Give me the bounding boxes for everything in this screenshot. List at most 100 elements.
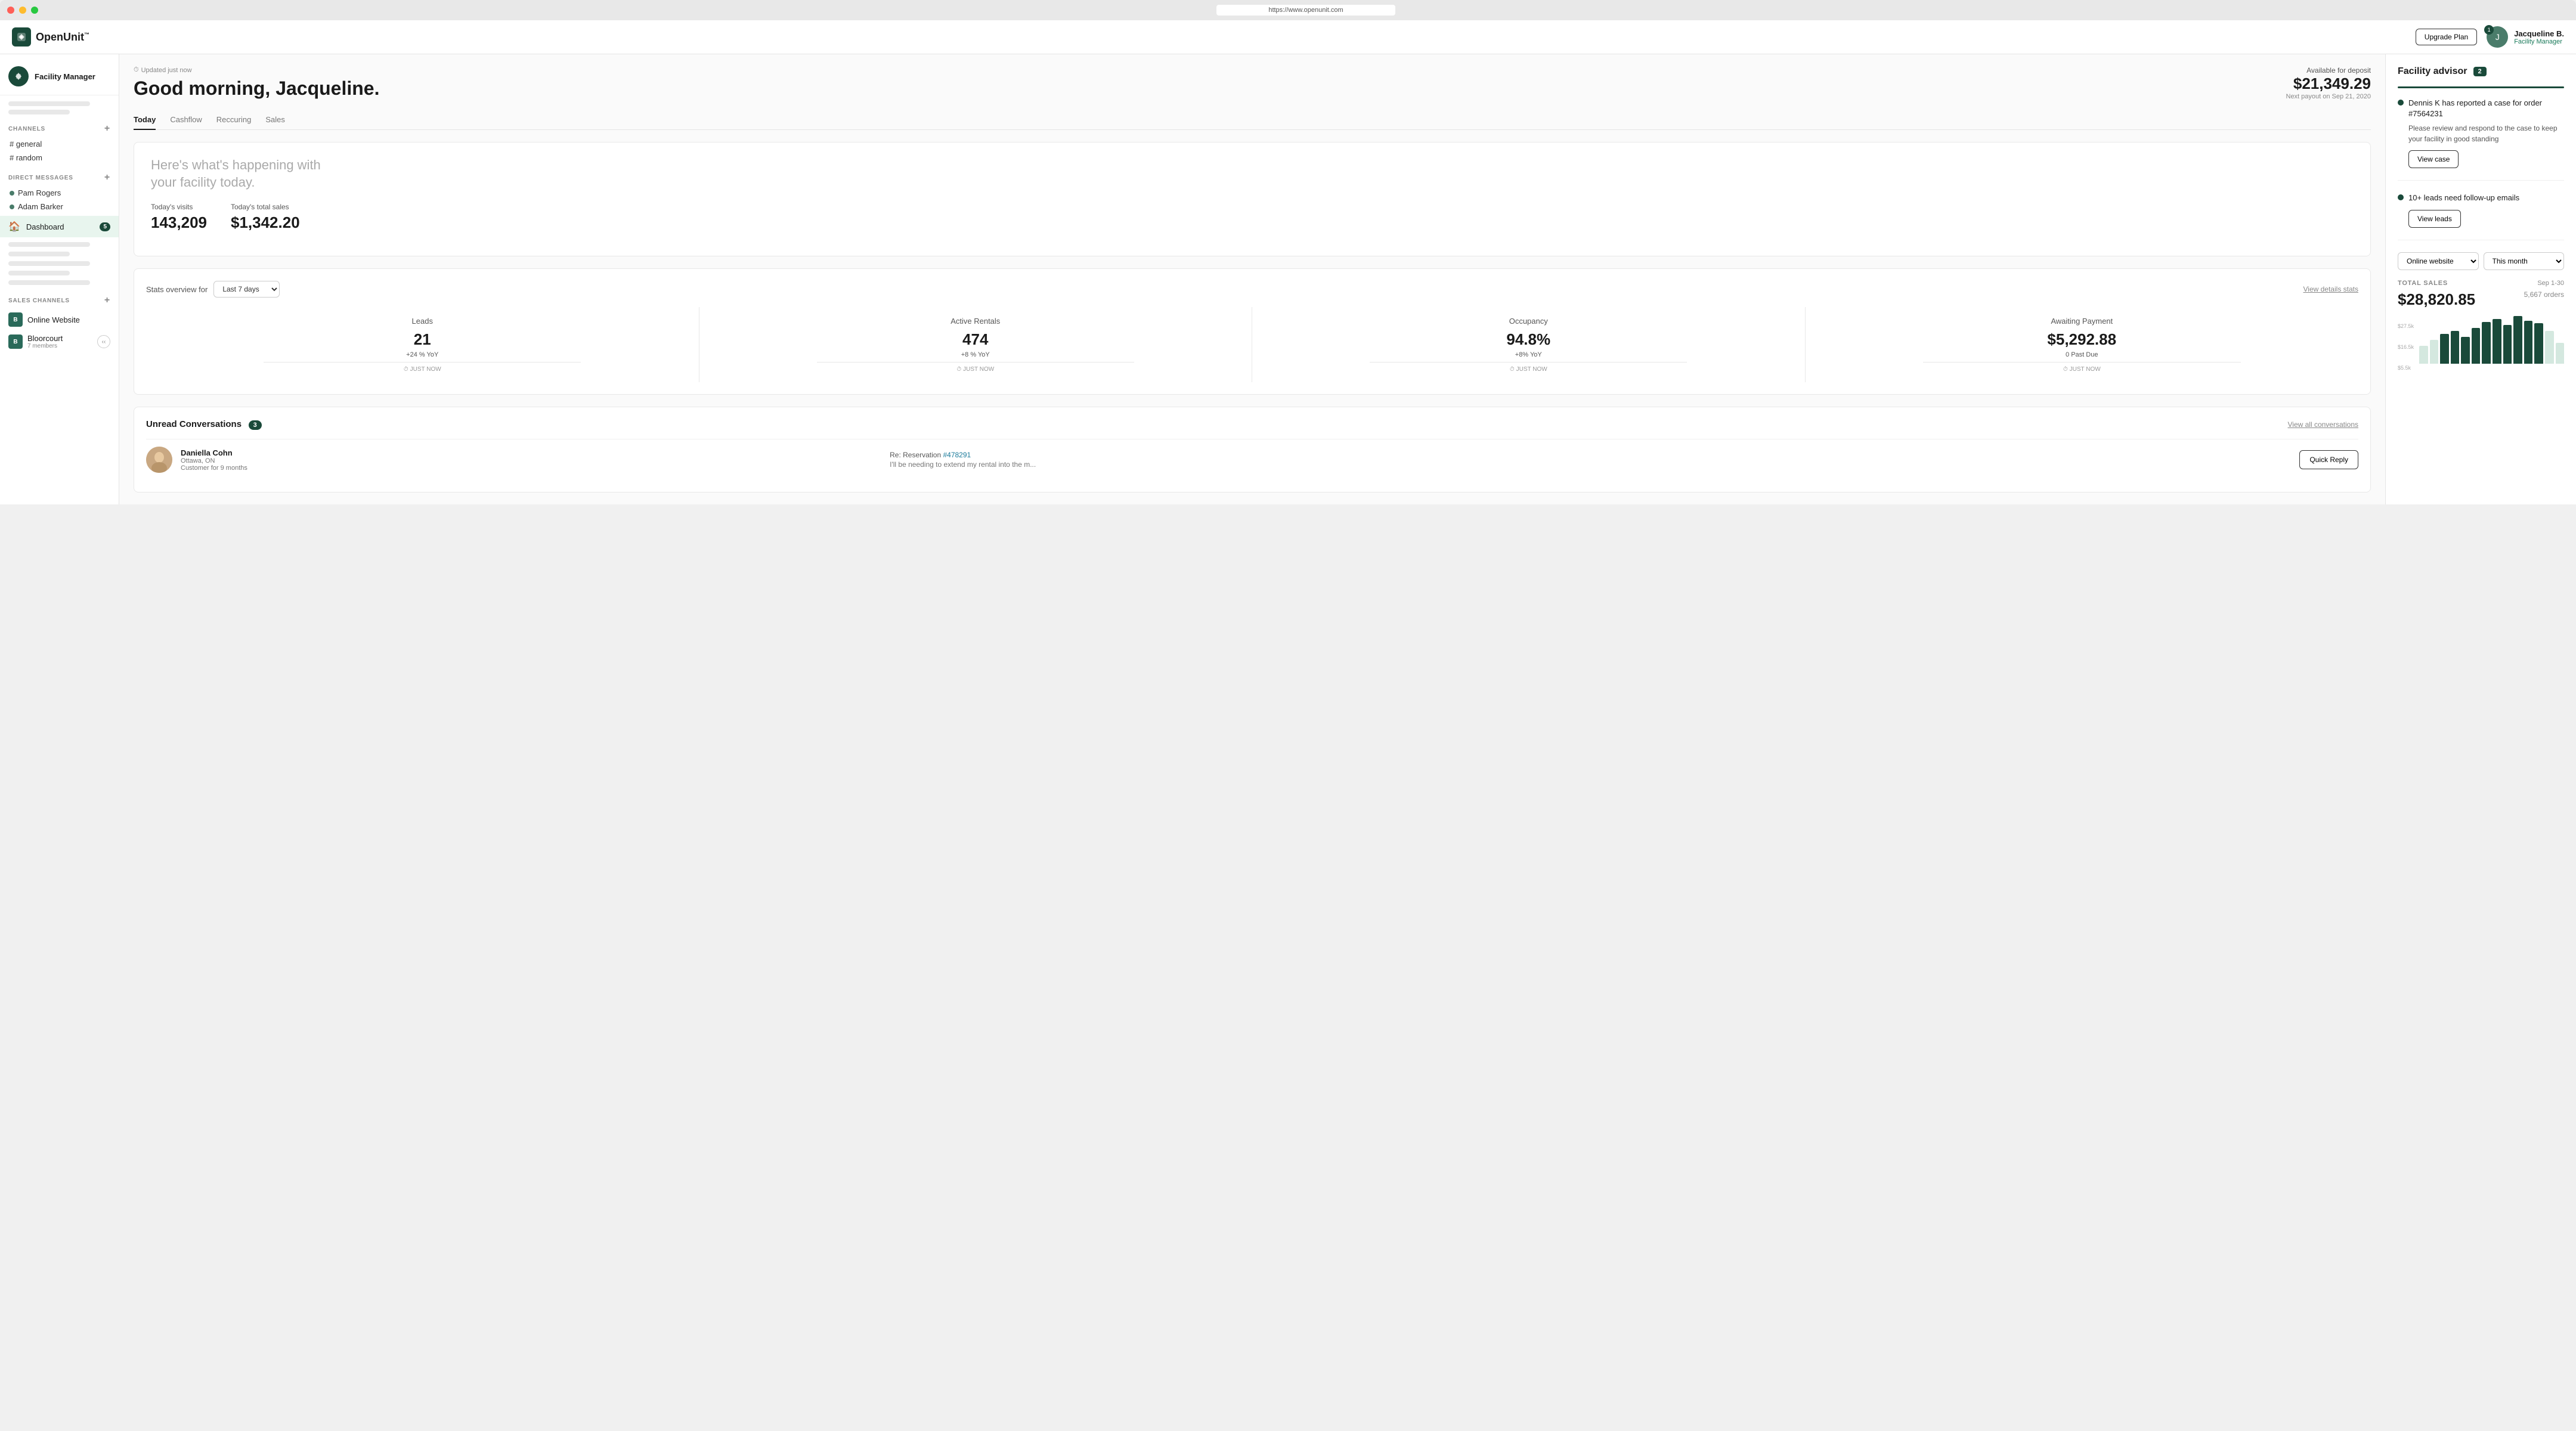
brand-icon	[12, 27, 31, 47]
view-leads-button[interactable]: View leads	[2408, 210, 2461, 228]
browser-titlebar: https://www.openunit.com	[7, 5, 2569, 20]
channels-label: CHANNELS	[8, 126, 45, 132]
total-sales-date: Sep 1-30	[2537, 280, 2564, 287]
conversation-sender-name: Daniella Cohn	[181, 448, 881, 457]
chart-y-label-mid: $16.5k	[2398, 344, 2414, 350]
stats-header-left: Stats overview for Last 7 days Last 30 d…	[146, 281, 280, 298]
sales-channels-label: SALES CHANNELS	[8, 298, 70, 304]
channel-filter-select[interactable]: Online website Bloorcourt	[2398, 252, 2479, 270]
conversation-message: Re: Reservation #478291 I'll be needing …	[890, 451, 2291, 469]
bar-9	[2513, 316, 2522, 364]
traffic-light-red[interactable]	[7, 7, 14, 14]
conversation-item: Daniella Cohn Ottawa, ON Customer for 9 …	[146, 439, 2358, 480]
bar-12	[2545, 331, 2554, 364]
sidebar-item-bloorcourt[interactable]: B Bloorcourt 7 members ‹‹	[8, 330, 110, 353]
stats-grid: Leads 21 +24 % YoY ⏱ JUST NOW Active Ren…	[146, 307, 2358, 382]
stats-period-select[interactable]: Last 7 days Last 30 days Last 90 days	[213, 281, 280, 298]
total-sales-label: TOTAL SALES	[2398, 280, 2448, 287]
add-sales-channel-button[interactable]: +	[104, 296, 110, 305]
stat-visits-value: 143,209	[151, 213, 207, 232]
sidebar-item-pam-rogers[interactable]: Pam Rogers	[8, 186, 110, 200]
leads-divider	[264, 362, 581, 363]
traffic-light-yellow[interactable]	[19, 7, 26, 14]
skeleton-bar	[8, 101, 90, 106]
user-avatar-wrap: J 1	[2487, 26, 2508, 48]
skeleton-bar	[8, 271, 70, 275]
content-header: ⏱ Updated just now Good morning, Jacquel…	[134, 66, 2371, 108]
bloorcourt-info: Bloorcourt 7 members	[27, 334, 92, 349]
stat-sales-value: $1,342.20	[231, 213, 300, 232]
active-rentals-change: +8 % YoY	[711, 351, 1240, 358]
nav-right: Upgrade Plan J 1 Jacqueline B. Facility …	[2416, 26, 2564, 48]
sidebar-skeleton-2	[0, 242, 119, 285]
dm-label: DIRECT MESSAGES	[8, 175, 73, 181]
sidebar-section-header-channels: CHANNELS +	[8, 124, 110, 134]
bar-5	[2472, 328, 2481, 364]
clock-icon: ⏱	[956, 366, 961, 373]
period-filter-select[interactable]: This month Last month Last 3 months	[2484, 252, 2565, 270]
active-rentals-divider	[817, 362, 1134, 363]
advisor-header: Facility advisor 2	[2398, 66, 2564, 77]
upgrade-plan-button[interactable]: Upgrade Plan	[2416, 29, 2477, 45]
dm-status-dot	[10, 191, 14, 196]
conversation-customer-since: Customer for 9 months	[181, 464, 881, 472]
sidebar-item-online-website[interactable]: B Online Website	[8, 309, 110, 330]
conversation-preview: I'll be needing to extend my rental into…	[890, 460, 2291, 469]
stats-overview-card: Stats overview for Last 7 days Last 30 d…	[134, 268, 2371, 395]
skeleton-bar	[8, 261, 90, 266]
sidebar-item-dashboard[interactable]: 🏠 Dashboard 5	[0, 216, 119, 237]
tab-today[interactable]: Today	[134, 110, 156, 130]
sidebar-item-general[interactable]: # general	[8, 137, 110, 151]
reservation-link[interactable]: #478291	[943, 451, 971, 459]
url-bar[interactable]: https://www.openunit.com	[1216, 5, 1395, 16]
occupancy-label: Occupancy	[1264, 317, 1793, 326]
today-stats: Today's visits 143,209 Today's total sal…	[151, 203, 2354, 232]
conversations-header: Unread Conversations 3 View all conversa…	[146, 419, 2358, 429]
updated-label: ⏱ Updated just now	[134, 66, 379, 74]
traffic-light-green[interactable]	[31, 7, 38, 14]
sales-filter-row: Online website Bloorcourt This month Las…	[2398, 252, 2564, 270]
occupancy-change: +8% YoY	[1264, 351, 1793, 358]
user-details: Jacqueline B. Facility Manager	[2514, 29, 2564, 45]
advisor-dot	[2398, 100, 2404, 106]
conversations-card: Unread Conversations 3 View all conversa…	[134, 407, 2371, 493]
stat-cell-awaiting-payment: Awaiting Payment $5,292.88 0 Past Due ⏱ …	[1806, 307, 2359, 382]
tab-cashflow[interactable]: Cashflow	[170, 110, 202, 130]
dashboard-badge: 5	[100, 222, 110, 231]
view-details-link[interactable]: View details stats	[2303, 285, 2359, 293]
intro-text: Here's what's happening withyour facilit…	[151, 157, 2354, 191]
chart-y-label-bot: $5.5k	[2398, 365, 2414, 371]
add-channel-button[interactable]: +	[104, 124, 110, 134]
quick-reply-button[interactable]: Quick Reply	[2299, 450, 2358, 469]
stat-visits: Today's visits 143,209	[151, 203, 207, 232]
browser-frame: https://www.openunit.com	[0, 0, 2576, 20]
tab-sales[interactable]: Sales	[265, 110, 285, 130]
online-website-name: Online Website	[27, 315, 95, 324]
sidebar-collapse-button[interactable]: ‹‹	[97, 335, 110, 348]
conversation-location: Ottawa, ON	[181, 457, 881, 464]
main-layout: Facility Manager CHANNELS + # general # …	[0, 54, 2576, 504]
conversations-badge: 3	[249, 420, 262, 430]
today-intro-card: Here's what's happening withyour facilit…	[134, 142, 2371, 256]
bloorcourt-members: 7 members	[27, 343, 92, 349]
stat-sales-label: Today's total sales	[231, 203, 300, 211]
advisor-item-row: Dennis K has reported a case for order #…	[2398, 98, 2564, 119]
sidebar-dm-section: DIRECT MESSAGES + Pam Rogers Adam Barker	[0, 167, 119, 216]
view-case-button[interactable]: View case	[2408, 150, 2459, 168]
clock-icon: ⏱	[134, 66, 139, 74]
view-all-conversations-link[interactable]: View all conversations	[2287, 420, 2358, 429]
chart-y-axis: $27.5k $16.5k $5.5k	[2398, 323, 2414, 371]
bloorcourt-name: Bloorcourt	[27, 334, 92, 343]
bar-10	[2524, 321, 2533, 364]
sidebar-item-adam-barker[interactable]: Adam Barker	[8, 200, 110, 213]
home-icon: 🏠	[8, 221, 20, 233]
add-dm-button[interactable]: +	[104, 173, 110, 182]
greeting-section: ⏱ Updated just now Good morning, Jacquel…	[134, 66, 379, 108]
dm-name: Pam Rogers	[18, 188, 61, 197]
occupancy-value: 94.8%	[1264, 330, 1793, 349]
occupancy-divider	[1370, 362, 1687, 363]
bar-13	[2556, 343, 2565, 364]
tab-reccuring[interactable]: Reccuring	[216, 110, 252, 130]
awaiting-payment-value: $5,292.88	[1818, 330, 2347, 349]
sidebar-item-random[interactable]: # random	[8, 151, 110, 165]
